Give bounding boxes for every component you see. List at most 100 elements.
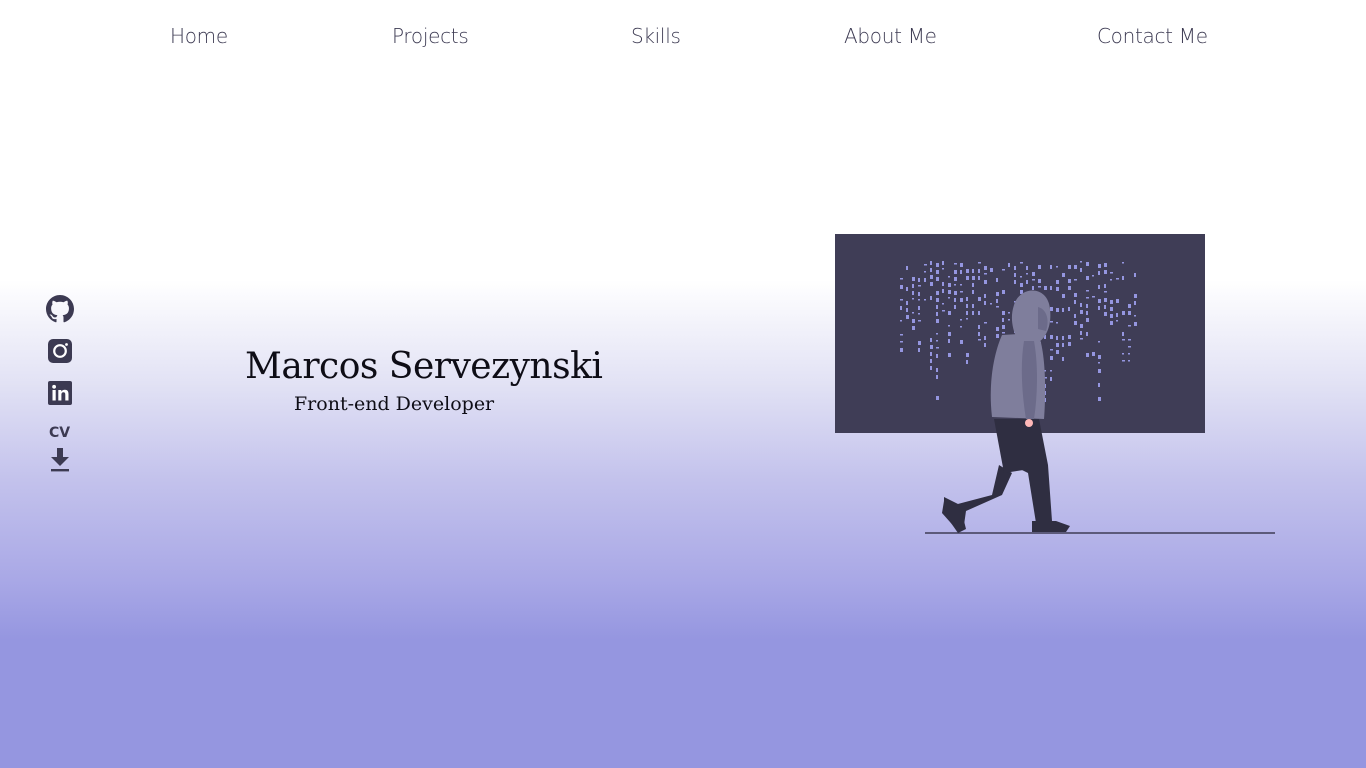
code-glyph	[1056, 343, 1059, 347]
code-glyph	[1026, 273, 1028, 275]
code-glyph	[1092, 296, 1095, 298]
code-glyph	[936, 298, 939, 302]
code-glyph	[966, 297, 968, 301]
code-glyph	[1050, 356, 1053, 360]
code-glyph	[966, 318, 968, 320]
code-glyph	[1110, 279, 1112, 281]
code-glyph	[1056, 308, 1059, 312]
code-glyph	[960, 263, 963, 267]
code-glyph	[918, 341, 921, 345]
code-glyph	[930, 352, 932, 356]
code-glyph	[1080, 338, 1083, 340]
code-glyph	[1128, 353, 1130, 355]
code-glyph	[930, 338, 932, 342]
code-glyph	[960, 270, 962, 274]
code-glyph	[1068, 265, 1071, 269]
code-glyph	[1050, 321, 1053, 323]
code-glyph	[984, 336, 986, 340]
code-glyph	[1104, 291, 1107, 293]
nav-home-link[interactable]: Home	[170, 24, 228, 48]
code-glyph	[906, 308, 908, 312]
code-glyph	[1062, 294, 1065, 298]
code-glyph	[1038, 279, 1041, 283]
code-glyph	[1008, 319, 1010, 321]
code-glyph	[1002, 332, 1005, 334]
code-glyph	[1002, 269, 1005, 271]
code-glyph	[900, 285, 903, 289]
hero-name: Marcos Servezynski	[245, 346, 603, 387]
code-glyph	[1020, 283, 1023, 287]
code-glyph	[936, 354, 938, 358]
code-glyph	[1128, 304, 1131, 308]
code-glyph	[1056, 280, 1059, 284]
code-glyph	[900, 278, 903, 280]
code-glyph	[1122, 262, 1124, 264]
nav-contact-me-link[interactable]: Contact Me	[1097, 24, 1208, 48]
instagram-icon[interactable]	[46, 337, 74, 365]
code-glyph	[978, 269, 980, 273]
code-glyph	[930, 275, 933, 279]
code-glyph	[1086, 290, 1089, 292]
code-glyph	[1074, 300, 1076, 304]
code-glyph	[1068, 286, 1071, 290]
github-icon[interactable]	[46, 295, 74, 323]
code-glyph	[996, 327, 999, 331]
code-glyph	[954, 291, 957, 295]
code-glyph	[906, 301, 908, 305]
code-glyph	[1050, 349, 1053, 351]
nav-skills-link[interactable]: Skills	[631, 24, 681, 48]
download-icon[interactable]	[48, 447, 72, 473]
code-glyph	[1122, 311, 1125, 315]
code-glyph	[1074, 279, 1077, 281]
nav-projects-link[interactable]: Projects	[392, 24, 469, 48]
code-glyph	[1062, 308, 1064, 312]
code-glyph	[912, 284, 914, 288]
code-glyph	[1098, 285, 1100, 289]
code-glyph	[936, 312, 938, 316]
code-glyph	[1104, 263, 1107, 267]
nav-about-me-link[interactable]: About Me	[844, 24, 937, 48]
code-glyph	[1068, 342, 1071, 346]
code-glyph	[948, 276, 950, 278]
code-glyph	[1128, 311, 1131, 315]
code-glyph	[1080, 261, 1082, 263]
code-glyph	[942, 289, 944, 293]
code-glyph	[936, 305, 938, 309]
linkedin-icon[interactable]	[46, 379, 74, 407]
code-glyph	[918, 306, 920, 310]
code-glyph	[936, 375, 938, 379]
code-glyph	[984, 343, 986, 347]
code-glyph	[918, 278, 920, 282]
code-glyph	[978, 276, 980, 280]
code-glyph	[936, 277, 939, 281]
code-glyph	[900, 341, 903, 343]
code-glyph	[936, 263, 939, 267]
code-glyph	[912, 319, 915, 323]
code-glyph	[1050, 307, 1053, 311]
cv-label[interactable]: CV	[49, 425, 70, 441]
code-glyph	[996, 292, 999, 296]
code-glyph	[1068, 307, 1070, 311]
code-glyph	[984, 294, 986, 298]
code-glyph	[954, 277, 957, 281]
code-glyph	[1074, 293, 1077, 297]
code-glyph	[942, 310, 945, 312]
code-glyph	[1110, 300, 1113, 304]
code-glyph	[1104, 312, 1107, 316]
code-glyph	[948, 353, 951, 357]
code-glyph	[984, 280, 987, 284]
code-glyph	[1008, 263, 1010, 267]
code-glyph	[966, 304, 968, 308]
code-glyph	[924, 278, 926, 282]
code-glyph	[900, 348, 903, 352]
code-glyph	[972, 290, 974, 294]
code-glyph	[1134, 322, 1137, 326]
code-glyph	[1122, 360, 1125, 362]
code-glyph	[1080, 268, 1082, 272]
code-glyph	[978, 311, 980, 315]
code-glyph	[1104, 284, 1106, 288]
code-glyph	[1026, 280, 1028, 284]
code-glyph	[918, 285, 921, 287]
code-glyph	[1050, 265, 1052, 269]
code-glyph	[1044, 286, 1047, 290]
